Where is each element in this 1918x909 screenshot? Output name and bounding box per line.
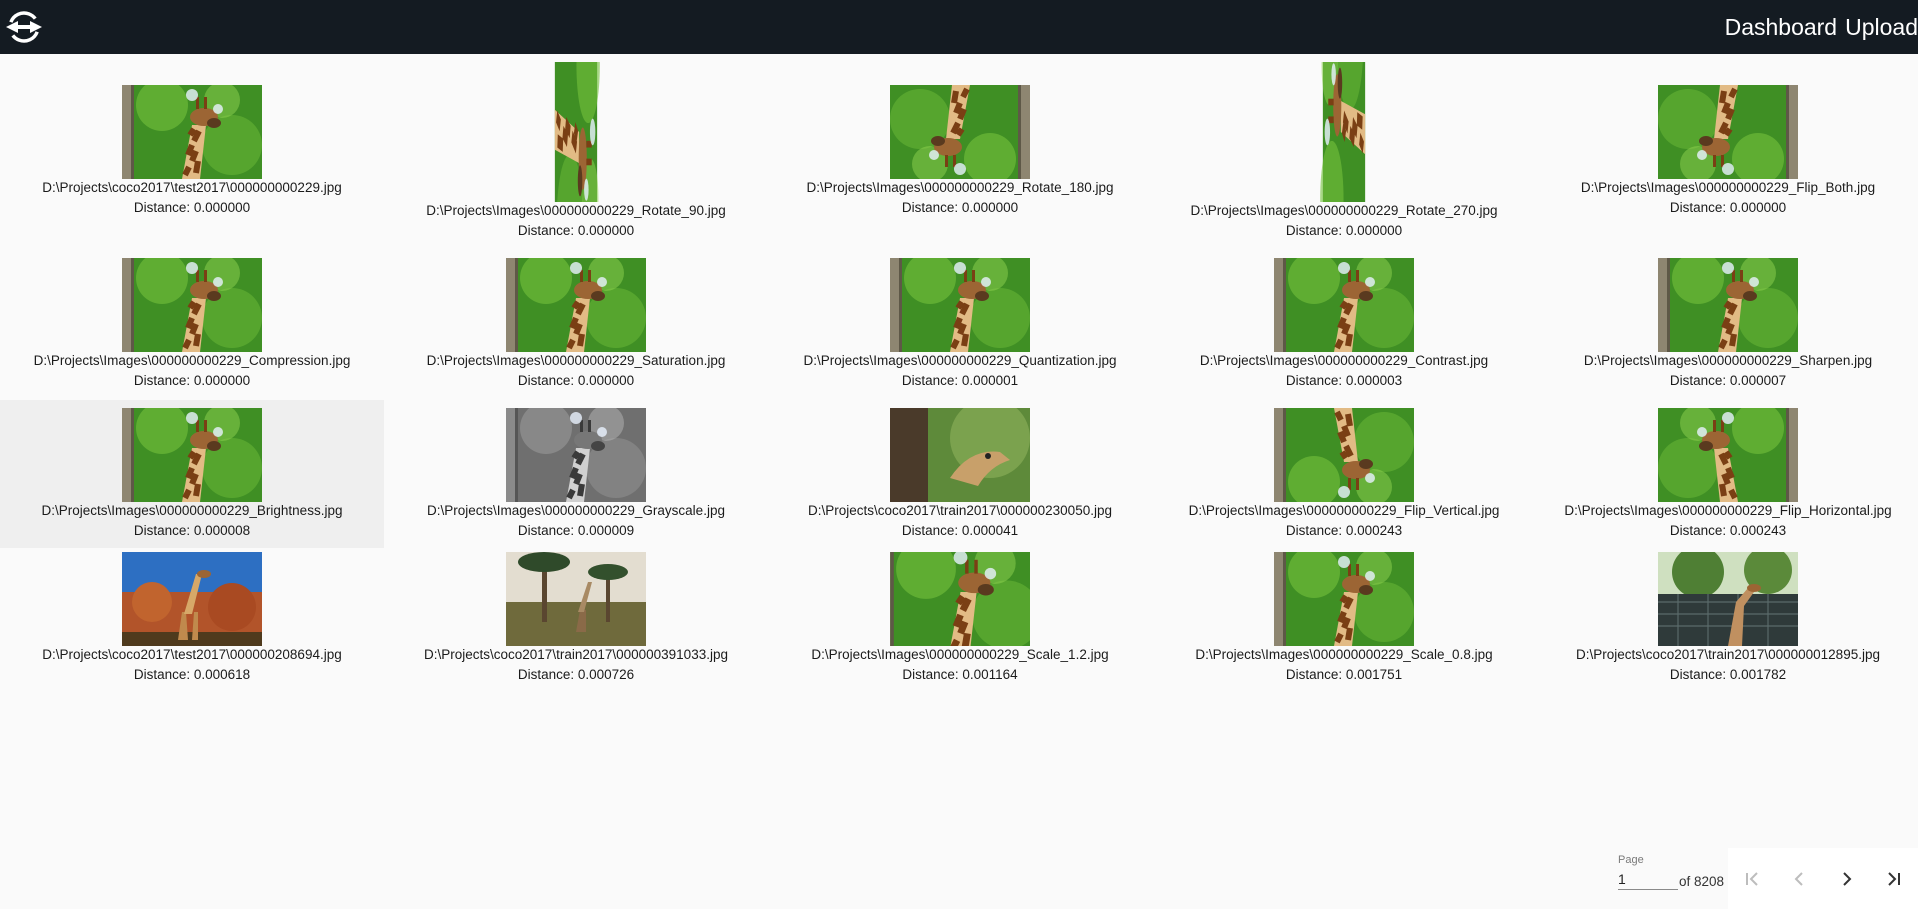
result-tile[interactable]: D:\Projects\Images\000000000229_Quantiza… xyxy=(768,254,1152,400)
result-thumbnail[interactable] xyxy=(890,408,1030,502)
result-path: D:\Projects\Images\000000000229_Contrast… xyxy=(1199,353,1489,368)
result-thumbnail[interactable] xyxy=(122,408,262,502)
result-thumbnail[interactable] xyxy=(1274,552,1414,646)
result-tile[interactable]: D:\Projects\Images\000000000229_Compress… xyxy=(0,254,384,400)
result-tile[interactable]: D:\Projects\Images\000000000229_Flip_Bot… xyxy=(1536,54,1918,254)
result-thumbnail[interactable] xyxy=(1658,258,1798,352)
result-tile[interactable]: D:\Projects\Images\000000000229_Sharpen.… xyxy=(1536,254,1918,400)
previous-page-button[interactable] xyxy=(1785,865,1813,893)
result-path: D:\Projects\Images\000000000229_Saturati… xyxy=(426,353,726,368)
page-label: Page xyxy=(1618,854,1644,866)
paginator: Page of 8208 xyxy=(1618,848,1918,909)
result-distance: Distance: 0.000000 xyxy=(1669,200,1787,215)
page-count: of 8208 xyxy=(1679,874,1725,889)
result-distance: Distance: 0.000003 xyxy=(1285,373,1403,388)
result-path: D:\Projects\coco2017\train2017\000000230… xyxy=(808,503,1112,518)
result-distance: Distance: 0.000009 xyxy=(517,523,635,538)
result-distance: Distance: 0.000726 xyxy=(517,667,635,682)
result-distance: Distance: 0.001164 xyxy=(902,667,1018,682)
result-path: D:\Projects\coco2017\test2017\0000000002… xyxy=(42,180,342,195)
result-path: D:\Projects\Images\000000000229_Flip_Hor… xyxy=(1564,503,1892,518)
result-path: D:\Projects\coco2017\train2017\000000012… xyxy=(1576,647,1880,662)
result-tile[interactable]: D:\Projects\Images\000000000229_Saturati… xyxy=(384,254,768,400)
result-path: D:\Projects\Images\000000000229_Rotate_2… xyxy=(1190,203,1498,218)
top-nav: Dashboard Upload xyxy=(1725,0,1918,54)
result-distance: Distance: 0.000243 xyxy=(1285,523,1403,538)
last-page-icon xyxy=(1888,871,1901,886)
result-path: D:\Projects\Images\000000000229_Flip_Ver… xyxy=(1188,503,1500,518)
result-path: D:\Projects\Images\000000000229_Rotate_9… xyxy=(426,203,726,218)
result-distance: Distance: 0.000000 xyxy=(517,223,635,238)
chevron-left-icon xyxy=(1794,871,1803,886)
result-distance: Distance: 0.000000 xyxy=(133,200,251,215)
first-page-button[interactable] xyxy=(1738,865,1766,893)
result-path: D:\Projects\coco2017\train2017\000000391… xyxy=(424,647,728,662)
result-distance: Distance: 0.000008 xyxy=(133,523,251,538)
result-distance: Distance: 0.000000 xyxy=(901,200,1019,215)
result-path: D:\Projects\Images\000000000229_Rotate_1… xyxy=(806,180,1114,195)
result-thumbnail[interactable] xyxy=(506,408,646,502)
result-path: D:\Projects\Images\000000000229_Flip_Bot… xyxy=(1580,180,1876,195)
result-distance: Distance: 0.000618 xyxy=(133,667,251,682)
result-thumbnail[interactable] xyxy=(1658,408,1798,502)
last-page-button[interactable] xyxy=(1880,865,1908,893)
result-distance: Distance: 0.001782 xyxy=(1669,667,1787,682)
result-path: D:\Projects\Images\000000000229_Compress… xyxy=(33,353,351,368)
page-number-input[interactable] xyxy=(1618,868,1678,890)
result-thumbnail[interactable] xyxy=(529,62,623,202)
result-thumbnail[interactable] xyxy=(890,85,1030,179)
result-tile[interactable]: D:\Projects\Images\000000000229_Rotate_9… xyxy=(384,54,768,254)
result-thumbnail[interactable] xyxy=(890,552,1030,646)
result-thumbnail[interactable] xyxy=(1658,85,1798,179)
result-tile[interactable]: D:\Projects\coco2017\train2017\000000012… xyxy=(1536,548,1918,698)
result-path: D:\Projects\Images\000000000229_Brightne… xyxy=(41,503,343,518)
result-thumbnail[interactable] xyxy=(1297,62,1391,202)
result-distance: Distance: 0.000041 xyxy=(901,523,1019,538)
result-path: D:\Projects\Images\000000000229_Sharpen.… xyxy=(1583,353,1873,368)
result-thumbnail[interactable] xyxy=(122,258,262,352)
result-distance: Distance: 0.001751 xyxy=(1285,667,1403,682)
pager-buttons xyxy=(1728,848,1918,909)
result-tile[interactable]: D:\Projects\Images\000000000229_Flip_Ver… xyxy=(1152,400,1536,548)
result-thumbnail[interactable] xyxy=(122,85,262,179)
result-tile[interactable]: D:\Projects\Images\000000000229_Flip_Hor… xyxy=(1536,400,1918,548)
chevron-right-icon xyxy=(1843,871,1852,886)
result-tile[interactable]: D:\Projects\Images\000000000229_Grayscal… xyxy=(384,400,768,548)
result-tile[interactable]: D:\Projects\coco2017\test2017\0000000002… xyxy=(0,54,384,254)
dashboard-link[interactable]: Dashboard xyxy=(1725,14,1838,41)
next-page-button[interactable] xyxy=(1833,865,1861,893)
result-thumbnail[interactable] xyxy=(1658,552,1798,646)
result-path: D:\Projects\Images\000000000229_Grayscal… xyxy=(427,503,725,518)
result-tile[interactable]: D:\Projects\coco2017\train2017\000000391… xyxy=(384,548,768,698)
result-thumbnail[interactable] xyxy=(1274,408,1414,502)
result-path: D:\Projects\Images\000000000229_Quantiza… xyxy=(803,353,1117,368)
result-thumbnail[interactable] xyxy=(506,552,646,646)
result-tile[interactable]: D:\Projects\Images\000000000229_Rotate_1… xyxy=(768,54,1152,254)
result-distance: Distance: 0.000243 xyxy=(1669,523,1787,538)
result-thumbnail[interactable] xyxy=(890,258,1030,352)
result-path: D:\Projects\coco2017\test2017\0000002086… xyxy=(42,647,342,662)
result-tile[interactable]: D:\Projects\Images\000000000229_Contrast… xyxy=(1152,254,1536,400)
result-tile[interactable]: D:\Projects\Images\000000000229_Brightne… xyxy=(0,400,384,548)
result-thumbnail[interactable] xyxy=(1274,258,1414,352)
result-tile[interactable]: D:\Projects\Images\000000000229_Scale_0.… xyxy=(1152,548,1536,698)
top-app-bar: Dashboard Upload xyxy=(0,0,1918,54)
result-thumbnail[interactable] xyxy=(122,552,262,646)
result-path: D:\Projects\Images\000000000229_Scale_0.… xyxy=(1195,647,1493,662)
result-path: D:\Projects\Images\000000000229_Scale_1.… xyxy=(811,647,1109,662)
result-tile[interactable]: D:\Projects\Images\000000000229_Scale_1.… xyxy=(768,548,1152,698)
result-tile[interactable]: D:\Projects\Images\000000000229_Rotate_2… xyxy=(1152,54,1536,254)
result-tile[interactable]: D:\Projects\coco2017\train2017\000000230… xyxy=(768,400,1152,548)
result-tile[interactable]: D:\Projects\coco2017\test2017\0000002086… xyxy=(0,548,384,698)
swap-link-logo-icon[interactable] xyxy=(2,8,46,46)
first-page-icon xyxy=(1745,871,1758,886)
result-distance: Distance: 0.000007 xyxy=(1669,373,1787,388)
result-distance: Distance: 0.000000 xyxy=(517,373,635,388)
result-distance: Distance: 0.000001 xyxy=(901,373,1019,388)
upload-link[interactable]: Upload xyxy=(1845,14,1918,41)
result-thumbnail[interactable] xyxy=(506,258,646,352)
result-distance: Distance: 0.000000 xyxy=(133,373,251,388)
result-distance: Distance: 0.000000 xyxy=(1285,223,1403,238)
